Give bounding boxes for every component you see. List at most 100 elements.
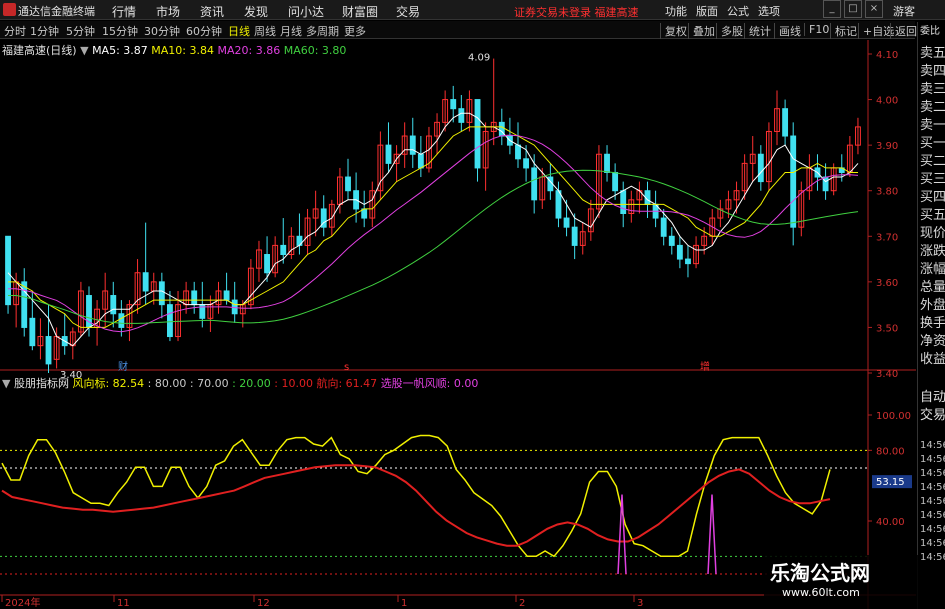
tick-time: 14:56 — [920, 552, 945, 563]
minimize-icon[interactable]: _ — [823, 0, 841, 18]
sidebar-item-17[interactable]: 收益 — [920, 348, 945, 367]
candle-body — [660, 217, 667, 237]
period-toolbar: 分时 1分钟 5分钟 15分钟 30分钟 60分钟 日线 周线 月线 多周期 更… — [0, 21, 917, 39]
maximize-icon[interactable]: □ — [844, 0, 862, 18]
candle — [434, 113, 440, 155]
candle — [757, 145, 764, 191]
close-icon[interactable]: × — [865, 0, 883, 18]
sidebar-item-4[interactable]: 卖一 — [920, 114, 945, 133]
sys-options[interactable]: 选项 — [758, 3, 780, 19]
sidebar-item-16[interactable]: 净资 — [920, 330, 945, 349]
menu-wealth[interactable]: 财富圈 — [342, 3, 378, 20]
sys-formula[interactable]: 公式 — [727, 3, 749, 19]
tool-f10[interactable]: F10 — [804, 23, 829, 36]
sidebar-item-8[interactable]: 买四 — [920, 186, 945, 205]
sidebar-item-3[interactable]: 卖二 — [920, 96, 945, 115]
indicator-settings-icon[interactable]: ▼ — [2, 377, 10, 390]
menu-discover[interactable]: 发现 — [244, 3, 268, 20]
tool-draw[interactable]: 画线 — [774, 23, 801, 39]
menu-market[interactable]: 市场 — [156, 3, 180, 20]
sys-layout[interactable]: 版面 — [696, 3, 718, 19]
sidebar-item-13[interactable]: 总量 — [920, 276, 945, 295]
date-label: 12 — [257, 598, 270, 609]
sidebar-item-9[interactable]: 买五 — [920, 204, 945, 223]
sidebar-item-15[interactable]: 换手 — [920, 312, 945, 331]
candle — [628, 190, 635, 223]
event-marker: 财 — [118, 360, 128, 373]
candle — [596, 145, 602, 219]
tool-stats[interactable]: 统计 — [744, 23, 771, 39]
period-60min[interactable]: 60分钟 — [186, 23, 222, 39]
period-daily[interactable]: 日线 — [228, 23, 250, 39]
period-15min[interactable]: 15分钟 — [102, 23, 138, 39]
sidebar-item-5[interactable]: 买一 — [920, 132, 945, 151]
candle — [256, 240, 262, 282]
candle — [175, 290, 181, 342]
period-1min[interactable]: 1分钟 — [30, 23, 59, 39]
menu-quotes[interactable]: 行情 — [112, 3, 136, 20]
candle-body — [620, 190, 627, 214]
watermark: 乐淘公式网 www.60lt.com — [764, 555, 919, 609]
tool-back[interactable]: 返回 — [890, 23, 917, 39]
date-label: 11 — [117, 598, 130, 609]
guest-label[interactable]: 游客 — [893, 3, 915, 19]
tool-add-watch[interactable]: +自选 — [858, 23, 894, 39]
candle — [231, 281, 238, 323]
candle — [587, 199, 594, 241]
candle-body — [231, 299, 238, 315]
auto-trade-0[interactable]: 自动 — [920, 386, 945, 405]
indicator-lines — [0, 434, 868, 575]
period-multi[interactable]: 多周期 — [306, 23, 339, 39]
candle — [668, 227, 675, 255]
period-weekly[interactable]: 周线 — [254, 23, 276, 39]
candle — [765, 122, 772, 191]
period-5min[interactable]: 5分钟 — [66, 23, 95, 39]
login-warning[interactable]: 证券交易未登录 福建高速 — [514, 4, 639, 20]
candle — [676, 236, 683, 269]
auto-trade-1[interactable]: 交易 — [920, 404, 945, 423]
kline-chart[interactable]: 4.104.003.903.803.703.603.503.404.093.40… — [0, 40, 916, 609]
sidebar-item-0[interactable]: 卖五 — [920, 42, 945, 61]
sidebar-item-1[interactable]: 卖四 — [920, 60, 945, 79]
period-timeshare[interactable]: 分时 — [4, 23, 26, 39]
menu-ask[interactable]: 问小达 — [288, 3, 324, 20]
menu-news[interactable]: 资讯 — [200, 3, 224, 20]
moving-averages — [7, 112, 859, 347]
candle — [158, 272, 165, 319]
menu-trade[interactable]: 交易 — [396, 3, 420, 20]
period-more[interactable]: 更多 — [344, 23, 366, 39]
candle — [790, 122, 797, 246]
ind-part-20: : 20.00 — [232, 377, 271, 390]
candle-body — [757, 153, 764, 183]
candle — [685, 245, 691, 278]
period-30min[interactable]: 30分钟 — [144, 23, 180, 39]
menu-bar: 通达信金融终端 行情 市场 资讯 发现 问小达 财富圈 交易 证券交易未登录 福… — [0, 0, 945, 20]
tool-overlay[interactable]: 叠加 — [688, 23, 715, 39]
ind-part-course: 航向: 61.47 — [316, 377, 378, 390]
sidebar-item-2[interactable]: 卖三 — [920, 78, 945, 97]
ind-tick-label: 100.00 — [876, 411, 911, 422]
sidebar-item-11[interactable]: 涨跌 — [920, 240, 945, 259]
price-tick-label: 4.00 — [876, 96, 898, 107]
tool-multistock[interactable]: 多股 — [716, 23, 743, 39]
select-signal — [617, 494, 627, 575]
candle — [604, 145, 610, 182]
sys-function[interactable]: 功能 — [665, 3, 687, 19]
candle — [45, 304, 52, 373]
tool-adjust[interactable]: 复权 — [660, 23, 687, 39]
tool-mark[interactable]: 标记 — [830, 23, 857, 39]
wind-line — [1, 434, 831, 558]
candle — [21, 268, 28, 337]
sidebar-item-10[interactable]: 现价 — [920, 222, 945, 241]
tick-time: 14:56 — [920, 454, 945, 465]
date-label: 2 — [519, 598, 525, 609]
price-tick-label: 3.60 — [876, 278, 898, 289]
sidebar-item-6[interactable]: 买二 — [920, 150, 945, 169]
candle — [571, 213, 578, 260]
sidebar-item-7[interactable]: 买三 — [920, 168, 945, 187]
period-monthly[interactable]: 月线 — [280, 23, 302, 39]
candle — [191, 281, 198, 314]
candle — [369, 181, 376, 228]
sidebar-item-14[interactable]: 外盘 — [920, 294, 945, 313]
sidebar-item-12[interactable]: 涨幅 — [920, 258, 945, 277]
